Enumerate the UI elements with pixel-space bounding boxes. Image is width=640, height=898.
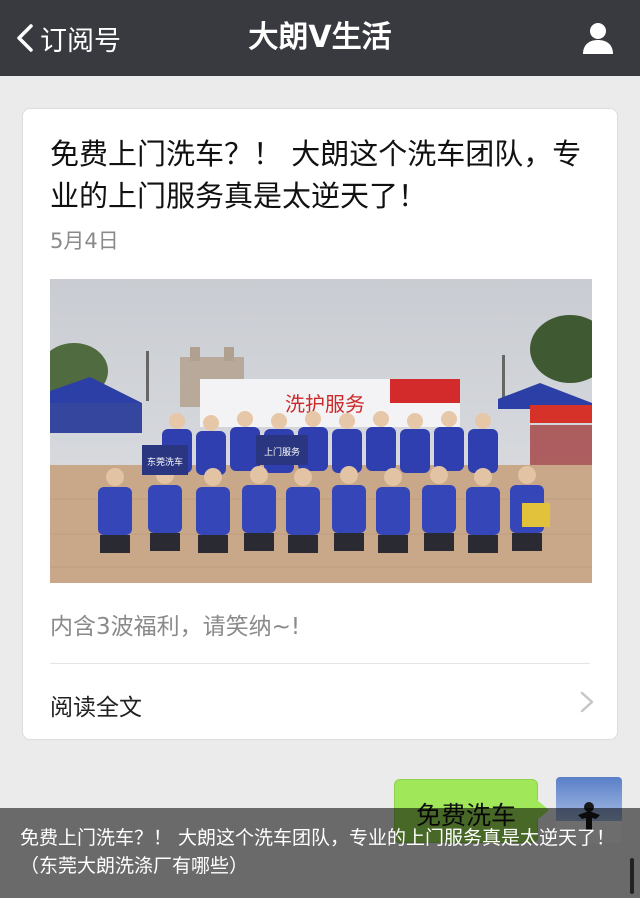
sign-right-text: 上门服务 (264, 446, 300, 458)
article-cover-image: 洗护服务 东莞洗车 上门服务 (50, 279, 592, 583)
sign-left-text: 东莞洗车 (147, 456, 183, 468)
caption-text: 免费上门洗车？！ 大朗这个洗车团队，专业的上门服务真是太逆天了！（东莞大朗洗涤厂… (20, 827, 616, 877)
article-date: 5月4日 (50, 229, 119, 253)
top-navbar: 订阅号 大朗V生活 (0, 0, 640, 76)
scroll-indicator[interactable] (630, 858, 634, 894)
page-title: 大朗V生活 (248, 20, 392, 55)
article-card[interactable]: 免费上门洗车？！ 大朗这个洗车团队，专业的上门服务真是太逆天了！ 5月4日 洗护… (22, 108, 618, 740)
chevron-right-icon (580, 691, 594, 713)
caption-bar: 免费上门洗车？！ 大朗这个洗车团队，专业的上门服务真是太逆天了！（东莞大朗洗涤厂… (0, 808, 640, 898)
banner-text: 洗护服务 (285, 392, 365, 416)
read-more-label: 阅读全文 (50, 695, 142, 721)
read-more-row[interactable]: 阅读全文 (23, 664, 617, 740)
article-description: 内含3波福利，请笑纳~! (50, 614, 301, 640)
person-icon[interactable] (580, 20, 616, 56)
article-title: 免费上门洗车？！ 大朗这个洗车团队，专业的上门服务真是太逆天了！ (50, 137, 582, 213)
